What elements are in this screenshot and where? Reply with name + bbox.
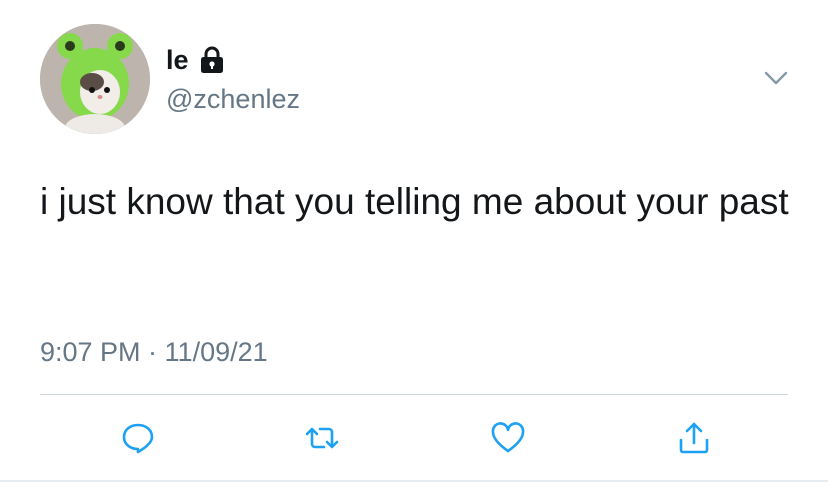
share-icon bbox=[679, 422, 709, 454]
divider bbox=[40, 394, 788, 395]
tweet-timestamp[interactable]: 9:07 PM · 11/09/21 bbox=[40, 335, 268, 369]
author-row: le bbox=[166, 44, 225, 76]
like-icon bbox=[491, 422, 525, 453]
reply-button[interactable] bbox=[118, 418, 158, 458]
display-name[interactable]: le bbox=[166, 44, 189, 76]
avatar[interactable] bbox=[40, 24, 150, 134]
user-handle[interactable]: @zchenlez bbox=[166, 82, 300, 116]
share-button[interactable] bbox=[674, 418, 714, 458]
chevron-down-icon[interactable] bbox=[762, 64, 790, 92]
lock-icon bbox=[200, 46, 223, 73]
tweet-text: i just know that you telling me about yo… bbox=[40, 181, 789, 222]
avatar-image bbox=[40, 24, 150, 134]
retweet-icon bbox=[305, 427, 339, 449]
retweet-button[interactable] bbox=[302, 418, 342, 458]
reply-icon bbox=[122, 423, 154, 454]
like-button[interactable] bbox=[488, 418, 528, 458]
action-bar bbox=[40, 410, 788, 466]
